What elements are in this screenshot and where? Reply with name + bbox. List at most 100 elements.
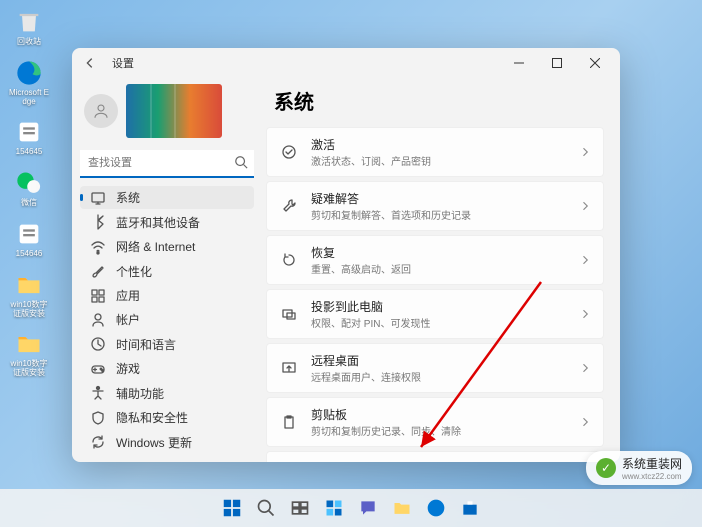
sidebar-item-time[interactable]: 时间和语言 (80, 333, 254, 356)
desktop-icon-file-154645[interactable]: 154645 (8, 118, 50, 157)
brush-icon (90, 263, 106, 279)
card-recovery[interactable]: 恢复重置、高级启动、返回 (266, 235, 604, 285)
desktop-icon-label: 154645 (16, 148, 43, 157)
desktop-icon-recycle-bin[interactable]: 回收站 (8, 8, 50, 47)
settings-window: 设置 系统蓝牙和其他设备网络 & Internet个性化应用帐户时间和 (72, 48, 620, 462)
file-154646-icon (15, 220, 43, 248)
sidebar-item-accessibility[interactable]: 辅助功能 (80, 382, 254, 405)
shield-icon (90, 410, 106, 426)
titlebar: 设置 (72, 48, 620, 78)
recovery-icon (279, 250, 299, 270)
desktop-icon-label: 154646 (16, 250, 43, 259)
desktop-icon-label: win10数字证版安装 (8, 360, 50, 378)
desktop-icon-edge[interactable]: Microsoft Edge (8, 59, 50, 107)
remote-icon (279, 358, 299, 378)
watermark-icon: ✓ (596, 458, 616, 478)
taskbar-start[interactable] (217, 493, 247, 523)
watermark-text: 系统重装网 (622, 455, 682, 472)
user-header[interactable] (80, 78, 254, 148)
sidebar-item-system[interactable]: 系统 (80, 186, 254, 209)
chevron-right-icon (579, 254, 591, 266)
card-title: 恢复 (311, 244, 567, 261)
user-artwork (126, 84, 222, 138)
chevron-right-icon (579, 416, 591, 428)
card-title: 剪贴板 (311, 406, 567, 423)
taskbar-explorer[interactable] (387, 493, 417, 523)
sidebar-item-accounts[interactable]: 帐户 (80, 308, 254, 331)
desktop-icon-label: 微信 (21, 199, 37, 208)
sidebar-item-label: 帐户 (116, 311, 140, 328)
sidebar-item-label: 时间和语言 (116, 336, 176, 353)
sidebar-item-label: 隐私和安全性 (116, 409, 188, 426)
desktop-icon-wechat[interactable]: 微信 (8, 169, 50, 208)
chevron-right-icon (579, 200, 591, 212)
card-title: 投影到此电脑 (311, 298, 567, 315)
bluetooth-icon (90, 214, 106, 230)
card-activation[interactable]: 激活激活状态、订阅、产品密钥 (266, 127, 604, 177)
chevron-right-icon (579, 308, 591, 320)
sidebar-item-label: 网络 & Internet (116, 238, 195, 255)
sidebar-item-personalization[interactable]: 个性化 (80, 259, 254, 282)
taskbar-store[interactable] (455, 493, 485, 523)
card-subtitle: 剪切和复制解答、首选项和历史记录 (311, 207, 567, 222)
maximize-button[interactable] (538, 50, 576, 76)
chevron-right-icon (579, 362, 591, 374)
watermark: ✓ 系统重装网 www.xtcz22.com (586, 451, 692, 485)
desktop-icons: 回收站 Microsoft Edge 154645 微信 154646 win10数字证版… (8, 8, 50, 378)
card-clipboard[interactable]: 剪贴板剪切和复制历史记录、同步、清除 (266, 397, 604, 447)
update-icon (90, 434, 106, 450)
desktop: 回收站 Microsoft Edge 154645 微信 154646 win10数字证版… (0, 0, 702, 527)
desktop-icon-folder-1[interactable]: win10数字证版安装 (8, 271, 50, 319)
desktop-icon-label: 回收站 (17, 38, 41, 47)
taskbar-edge[interactable] (421, 493, 451, 523)
sidebar-item-label: 蓝牙和其他设备 (116, 214, 200, 231)
sidebar-item-update[interactable]: Windows 更新 (80, 431, 254, 454)
taskbar-taskview[interactable] (285, 493, 315, 523)
taskbar-chat[interactable] (353, 493, 383, 523)
card-projecting[interactable]: 投影到此电脑权限、配对 PIN、可发现性 (266, 289, 604, 339)
desktop-icon-label: win10数字证版安装 (8, 301, 50, 319)
minimize-button[interactable] (500, 50, 538, 76)
close-button[interactable] (576, 50, 614, 76)
card-remote[interactable]: 远程桌面远程桌面用户、连接权限 (266, 343, 604, 393)
card-title: 关于 (311, 460, 567, 462)
card-subtitle: 重置、高级启动、返回 (311, 261, 567, 276)
taskbar-widgets[interactable] (319, 493, 349, 523)
desktop-icon-file-154646[interactable]: 154646 (8, 220, 50, 259)
grid-icon (90, 288, 106, 304)
wechat-icon (15, 169, 43, 197)
avatar (84, 94, 118, 128)
search-input[interactable] (80, 150, 254, 178)
recycle-bin-icon (15, 8, 43, 36)
page-title: 系统 (274, 86, 604, 115)
clock-icon (90, 336, 106, 352)
file-154645-icon (15, 118, 43, 146)
gamepad-icon (90, 361, 106, 377)
sidebar-item-gaming[interactable]: 游戏 (80, 357, 254, 380)
sidebar-item-privacy[interactable]: 隐私和安全性 (80, 406, 254, 429)
clipboard-icon (279, 412, 299, 432)
card-title: 疑难解答 (311, 190, 567, 207)
wrench-icon (279, 196, 299, 216)
card-troubleshoot[interactable]: 疑难解答剪切和复制解答、首选项和历史记录 (266, 181, 604, 231)
window-title: 设置 (112, 55, 134, 71)
edge-icon (15, 59, 43, 87)
check-circle-icon (279, 142, 299, 162)
sidebar-item-label: 游戏 (116, 360, 140, 377)
card-title: 远程桌面 (311, 352, 567, 369)
taskbar-search[interactable] (251, 493, 281, 523)
sidebar-item-bluetooth[interactable]: 蓝牙和其他设备 (80, 210, 254, 233)
settings-cards: 激活激活状态、订阅、产品密钥疑难解答剪切和复制解答、首选项和历史记录恢复重置、高… (266, 127, 604, 462)
sidebar-item-network[interactable]: 网络 & Internet (80, 235, 254, 258)
card-subtitle: 远程桌面用户、连接权限 (311, 369, 567, 384)
sidebar-item-apps[interactable]: 应用 (80, 284, 254, 307)
back-button[interactable] (78, 51, 102, 75)
sidebar-item-label: 系统 (116, 189, 140, 206)
sidebar-item-label: Windows 更新 (116, 434, 192, 451)
chevron-right-icon (579, 146, 591, 158)
accessibility-icon (90, 385, 106, 401)
project-icon (279, 304, 299, 324)
card-about[interactable]: 关于设备规格、重命名电脑、Windows 规格 (266, 451, 604, 462)
desktop-icon-folder-2[interactable]: win10数字证版安装 (8, 330, 50, 378)
nav-list: 系统蓝牙和其他设备网络 & Internet 个性化应用帐户时间和语言游戏辅助功能… (80, 186, 254, 454)
